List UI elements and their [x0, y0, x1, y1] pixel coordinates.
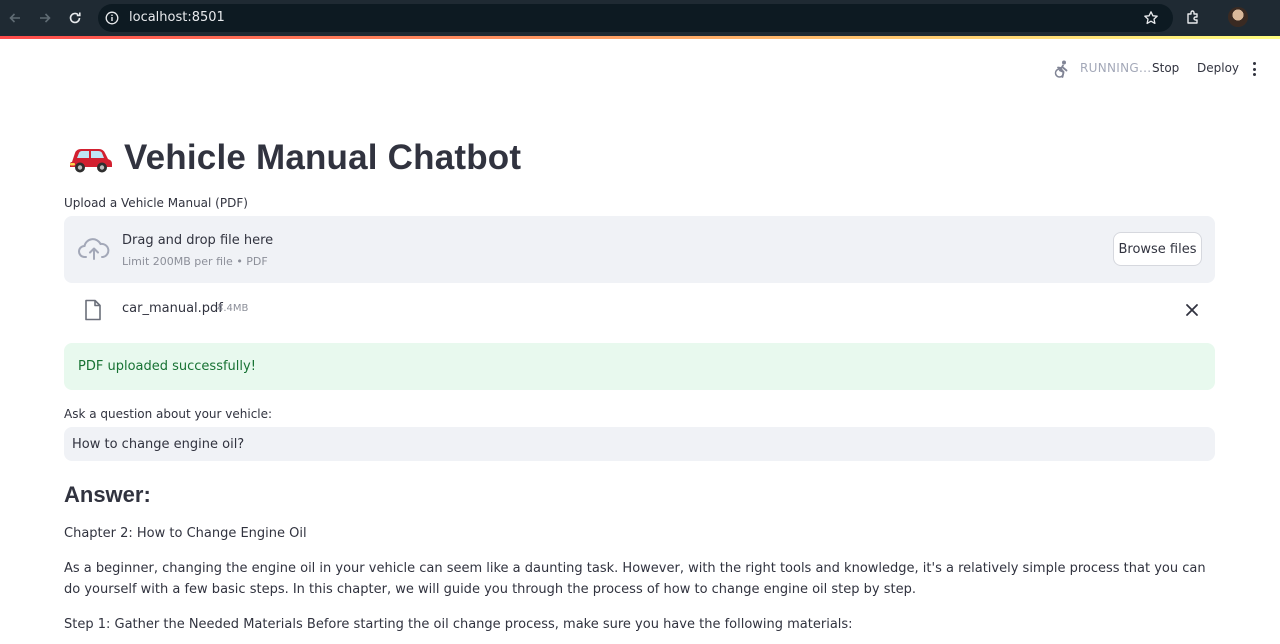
deploy-button[interactable]: Deploy [1197, 58, 1239, 78]
browse-files-button[interactable]: Browse files [1113, 232, 1202, 266]
page-title: Vehicle Manual Chatbot [124, 138, 522, 177]
car-icon [70, 149, 112, 173]
uploaded-file-size: 4.4MB [217, 303, 249, 314]
stop-button[interactable]: Stop [1152, 58, 1179, 78]
question-input[interactable] [64, 427, 1215, 461]
address-bar[interactable]: localhost:8501 [98, 4, 1173, 32]
kebab-dot-icon [1252, 67, 1256, 71]
url-text: localhost:8501 [129, 10, 225, 25]
success-message: PDF uploaded successfully! [78, 359, 256, 374]
file-dropzone[interactable]: Drag and drop file here Limit 200MB per … [64, 216, 1215, 283]
profile-avatar[interactable] [1228, 7, 1248, 27]
forward-arrow-icon[interactable] [35, 8, 55, 28]
running-man-icon [1054, 60, 1068, 78]
site-info-icon[interactable] [105, 11, 119, 25]
reload-icon[interactable] [65, 8, 85, 28]
bookmark-star-icon[interactable] [1143, 10, 1159, 26]
dropzone-limit: Limit 200MB per file • PDF [122, 255, 268, 268]
browser-chrome: localhost:8501 [0, 0, 1280, 36]
answer-paragraph: Step 1: Gather the Needed Materials Befo… [64, 617, 853, 632]
header-decoration-bar [0, 36, 1280, 39]
remove-file-icon[interactable] [1184, 302, 1200, 318]
uploaded-file-row: car_manual.pdf 4.4MB [64, 296, 1215, 324]
uploader-label: Upload a Vehicle Manual (PDF) [64, 196, 248, 210]
kebab-dot-icon [1252, 62, 1256, 65]
app-status: RUNNING... [1080, 61, 1152, 75]
cloud-upload-icon [78, 238, 110, 260]
extensions-icon[interactable] [1185, 9, 1202, 26]
question-label: Ask a question about your vehicle: [64, 407, 273, 421]
back-arrow-icon[interactable] [5, 8, 25, 28]
answer-heading: Answer: [64, 482, 151, 507]
success-alert: PDF uploaded successfully! [64, 343, 1215, 390]
kebab-dot-icon [1252, 73, 1256, 76]
page-title-row: Vehicle Manual Chatbot [64, 134, 521, 182]
uploaded-file-name: car_manual.pdf [122, 301, 223, 316]
answer-paragraph: As a beginner, changing the engine oil i… [64, 561, 1206, 597]
main-menu-button[interactable] [1246, 60, 1262, 78]
file-icon [85, 299, 101, 321]
answer-paragraph: Chapter 2: How to Change Engine Oil [64, 526, 307, 541]
dropzone-instructions: Drag and drop file here [122, 233, 274, 248]
